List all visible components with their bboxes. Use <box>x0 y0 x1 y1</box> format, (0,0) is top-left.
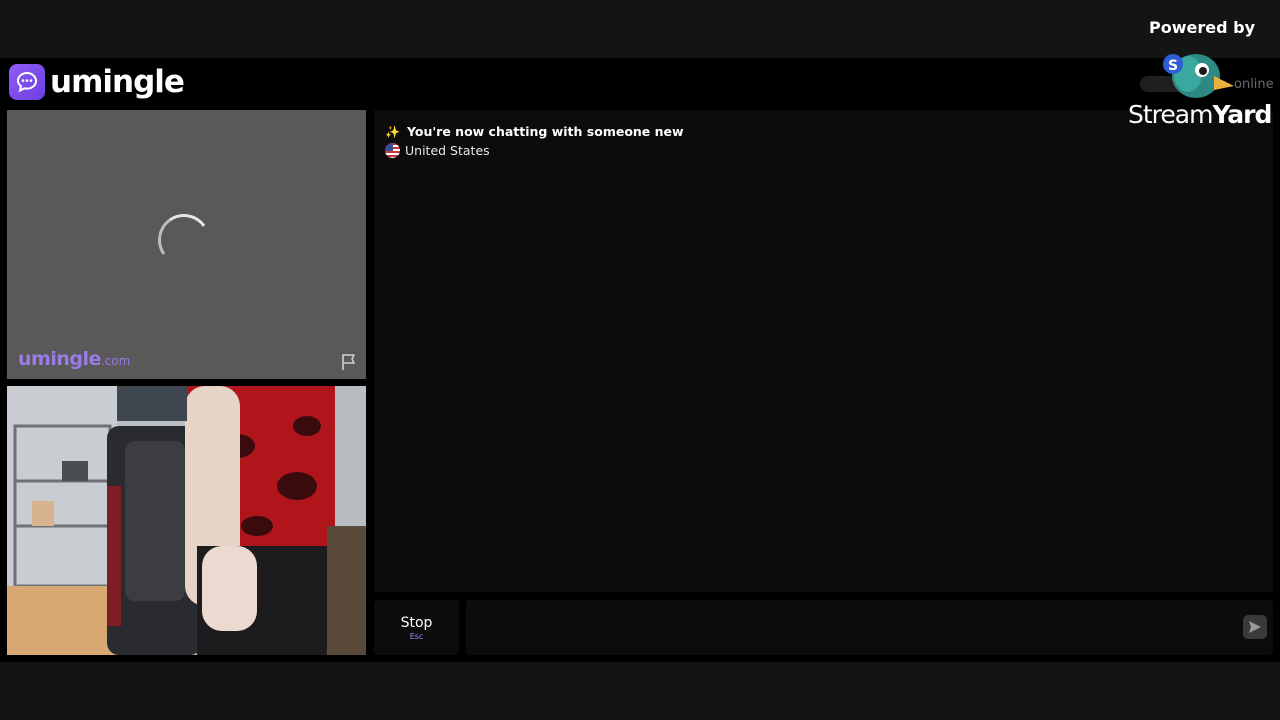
partner-country: United States <box>385 143 490 158</box>
us-flag-icon <box>385 143 400 158</box>
watermark-suffix: .com <box>100 354 131 368</box>
remote-video: umingle.com <box>7 110 366 379</box>
country-name: United States <box>405 143 490 158</box>
brand-part-2: Yard <box>1212 100 1272 129</box>
report-flag-icon[interactable] <box>339 352 359 372</box>
watermark-main: umingle <box>18 348 101 370</box>
chat-message-input[interactable] <box>466 600 1236 655</box>
video-watermark: umingle.com <box>18 348 130 370</box>
system-message-text: You're now chatting with someone new <box>406 124 684 139</box>
logo[interactable]: umingle <box>9 64 185 100</box>
local-video <box>7 386 366 655</box>
app-window: umingle online umingle.com ✨ You're now … <box>0 58 1280 662</box>
webcam-feed <box>7 386 366 655</box>
send-button[interactable] <box>1243 615 1267 639</box>
stop-button[interactable]: Stop Esc <box>374 600 459 655</box>
brand-part-1: Stream <box>1128 100 1213 129</box>
chat-bubble-icon <box>9 64 45 100</box>
send-icon <box>1249 621 1261 633</box>
system-message: ✨ You're now chatting with someone new <box>385 124 684 139</box>
sparkles-icon: ✨ <box>385 124 400 139</box>
bottom-bar <box>0 662 1280 720</box>
chat-panel: ✨ You're now chatting with someone new U… <box>374 110 1273 592</box>
stop-button-label: Stop <box>400 614 433 631</box>
streamyard-logo-text: StreamYard <box>1128 100 1272 129</box>
svg-text:S: S <box>1168 58 1178 74</box>
powered-by-label: Powered by <box>1149 18 1255 37</box>
stop-shortcut-hint: Esc <box>409 631 424 641</box>
chat-input-container <box>466 600 1273 655</box>
logo-text: umingle <box>50 64 185 100</box>
loading-spinner-icon <box>153 209 215 271</box>
top-bar <box>0 0 1280 58</box>
